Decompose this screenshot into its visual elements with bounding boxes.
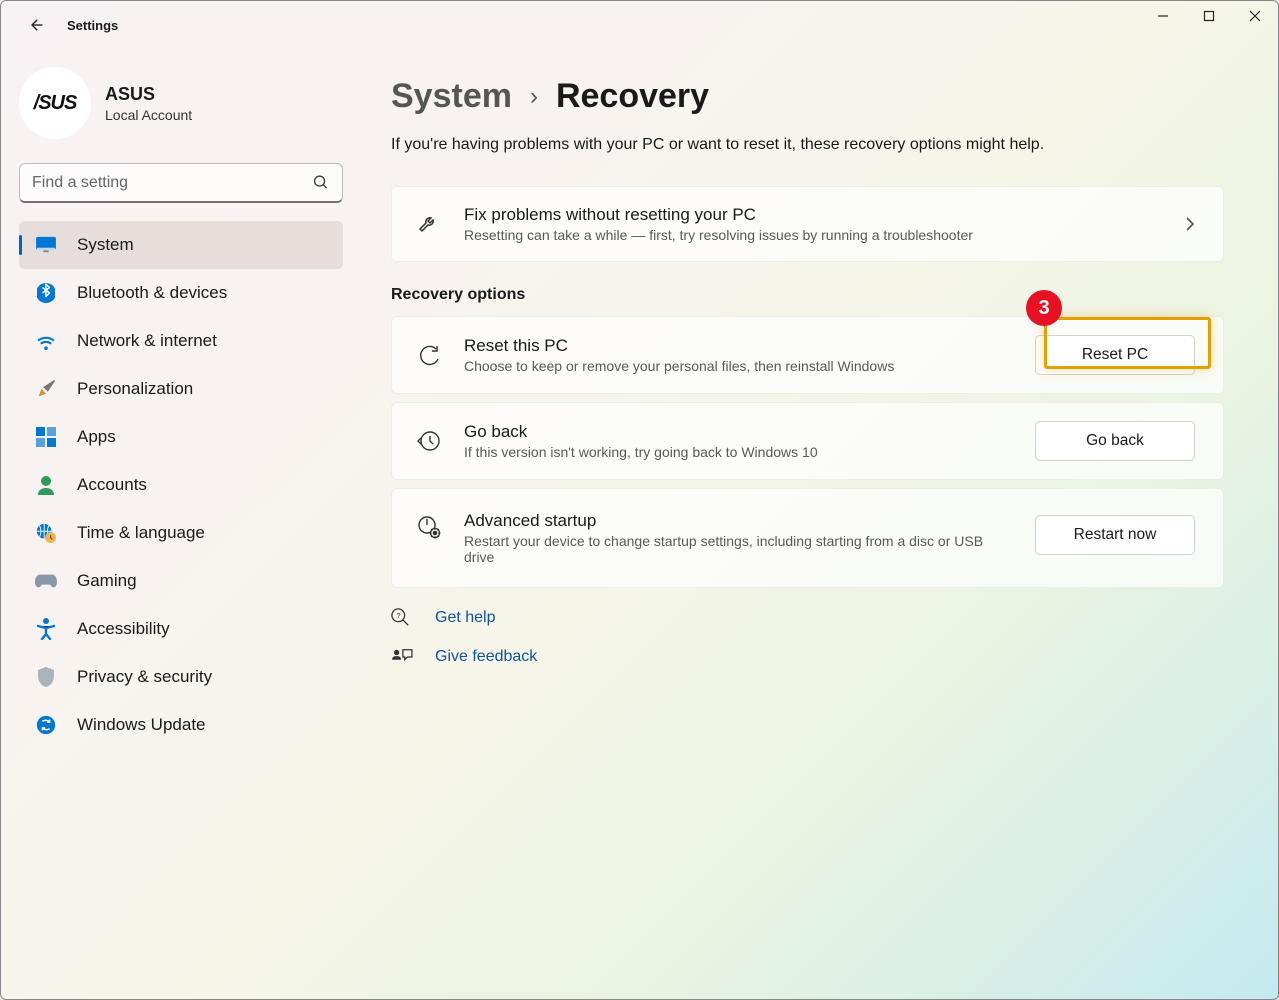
advanced-startup-card: Advanced startup Restart your device to … (391, 488, 1224, 588)
profile-subtitle: Local Account (105, 107, 192, 123)
update-icon (35, 714, 57, 736)
profile-block[interactable]: /SUS ASUS Local Account (19, 67, 343, 139)
app-title: Settings (67, 18, 118, 33)
minimize-button[interactable] (1140, 1, 1186, 31)
avatar: /SUS (19, 67, 91, 139)
power-gear-icon (416, 515, 442, 539)
breadcrumb: System › Recovery (391, 77, 1224, 116)
page-intro: If you're having problems with your PC o… (391, 136, 1224, 154)
sidebar-item-label: Gaming (77, 571, 137, 591)
sidebar-item-label: System (77, 235, 134, 255)
sidebar-item-privacy[interactable]: Privacy & security (19, 653, 343, 701)
sidebar-item-label: Accounts (77, 475, 147, 495)
person-icon (35, 474, 57, 496)
svg-text:?: ? (396, 611, 400, 620)
sidebar-item-label: Privacy & security (77, 667, 212, 687)
reset-pc-card: Reset this PC Choose to keep or remove y… (391, 316, 1224, 394)
search-input[interactable] (32, 174, 312, 192)
give-feedback-row[interactable]: Give feedback (391, 648, 1224, 666)
minimize-icon (1157, 10, 1169, 22)
profile-name: ASUS (105, 84, 192, 105)
back-button[interactable] (19, 7, 57, 43)
main-content: System › Recovery If you're having probl… (361, 49, 1278, 999)
sidebar-item-label: Apps (77, 427, 116, 447)
sidebar-item-bluetooth[interactable]: Bluetooth & devices (19, 269, 343, 317)
wrench-icon (416, 212, 442, 236)
sidebar-item-personalization[interactable]: Personalization (19, 365, 343, 413)
sidebar-item-time-language[interactable]: Time & language (19, 509, 343, 557)
get-help-row[interactable]: ? Get help (391, 608, 1224, 628)
go-back-button[interactable]: Go back (1035, 421, 1195, 461)
sidebar-item-label: Bluetooth & devices (77, 283, 227, 303)
sidebar-item-gaming[interactable]: Gaming (19, 557, 343, 605)
card-subtitle: Choose to keep or remove your personal f… (464, 358, 1013, 374)
go-back-card: Go back If this version isn't working, t… (391, 402, 1224, 480)
card-subtitle: If this version isn't working, try going… (464, 444, 1013, 460)
gamepad-icon (35, 570, 57, 592)
reset-icon (416, 344, 442, 366)
chevron-right-icon: › (530, 83, 538, 111)
history-icon (416, 429, 442, 453)
close-icon (1249, 10, 1261, 22)
card-title: Fix problems without resetting your PC (464, 205, 1163, 225)
card-title: Reset this PC (464, 336, 1013, 356)
annotation-badge: 3 (1026, 290, 1062, 326)
wifi-icon (35, 330, 57, 352)
shield-icon (35, 666, 57, 688)
search-box[interactable] (19, 163, 343, 203)
card-subtitle: Resetting can take a while — first, try … (464, 227, 1163, 243)
bluetooth-icon (35, 282, 57, 304)
sidebar-item-windows-update[interactable]: Windows Update (19, 701, 343, 749)
feedback-icon (391, 648, 413, 666)
fix-problems-card[interactable]: Fix problems without resetting your PC R… (391, 186, 1224, 262)
sidebar-item-apps[interactable]: Apps (19, 413, 343, 461)
sidebar-item-label: Network & internet (77, 331, 217, 351)
breadcrumb-parent[interactable]: System (391, 77, 512, 116)
search-icon (312, 174, 330, 191)
help-icon: ? (391, 608, 413, 628)
card-title: Advanced startup (464, 511, 1013, 531)
sidebar-item-label: Windows Update (77, 715, 206, 735)
give-feedback-link[interactable]: Give feedback (435, 648, 537, 666)
sidebar-item-label: Personalization (77, 379, 193, 399)
restart-now-button[interactable]: Restart now (1035, 515, 1195, 555)
globe-clock-icon (35, 522, 57, 544)
apps-icon (35, 426, 57, 448)
window-controls (1140, 1, 1278, 49)
chevron-right-icon (1185, 216, 1195, 232)
maximize-button[interactable] (1186, 1, 1232, 31)
title-bar: Settings (1, 1, 1278, 49)
maximize-icon (1203, 10, 1215, 22)
sidebar-item-network[interactable]: Network & internet (19, 317, 343, 365)
close-button[interactable] (1232, 1, 1278, 31)
card-subtitle: Restart your device to change startup se… (464, 533, 984, 565)
breadcrumb-current: Recovery (556, 77, 709, 116)
sidebar: /SUS ASUS Local Account System Bluetooth… (1, 49, 361, 999)
card-title: Go back (464, 422, 1013, 442)
section-title-recovery: Recovery options (391, 286, 1224, 304)
monitor-icon (35, 234, 57, 256)
sidebar-item-label: Accessibility (77, 619, 170, 639)
sidebar-item-system[interactable]: System (19, 221, 343, 269)
back-arrow-icon (29, 16, 47, 34)
accessibility-icon (35, 618, 57, 640)
sidebar-item-accessibility[interactable]: Accessibility (19, 605, 343, 653)
sidebar-item-label: Time & language (77, 523, 205, 543)
reset-pc-button[interactable]: Reset PC (1035, 335, 1195, 375)
sidebar-item-accounts[interactable]: Accounts (19, 461, 343, 509)
get-help-link[interactable]: Get help (435, 609, 495, 627)
paintbrush-icon (35, 378, 57, 400)
